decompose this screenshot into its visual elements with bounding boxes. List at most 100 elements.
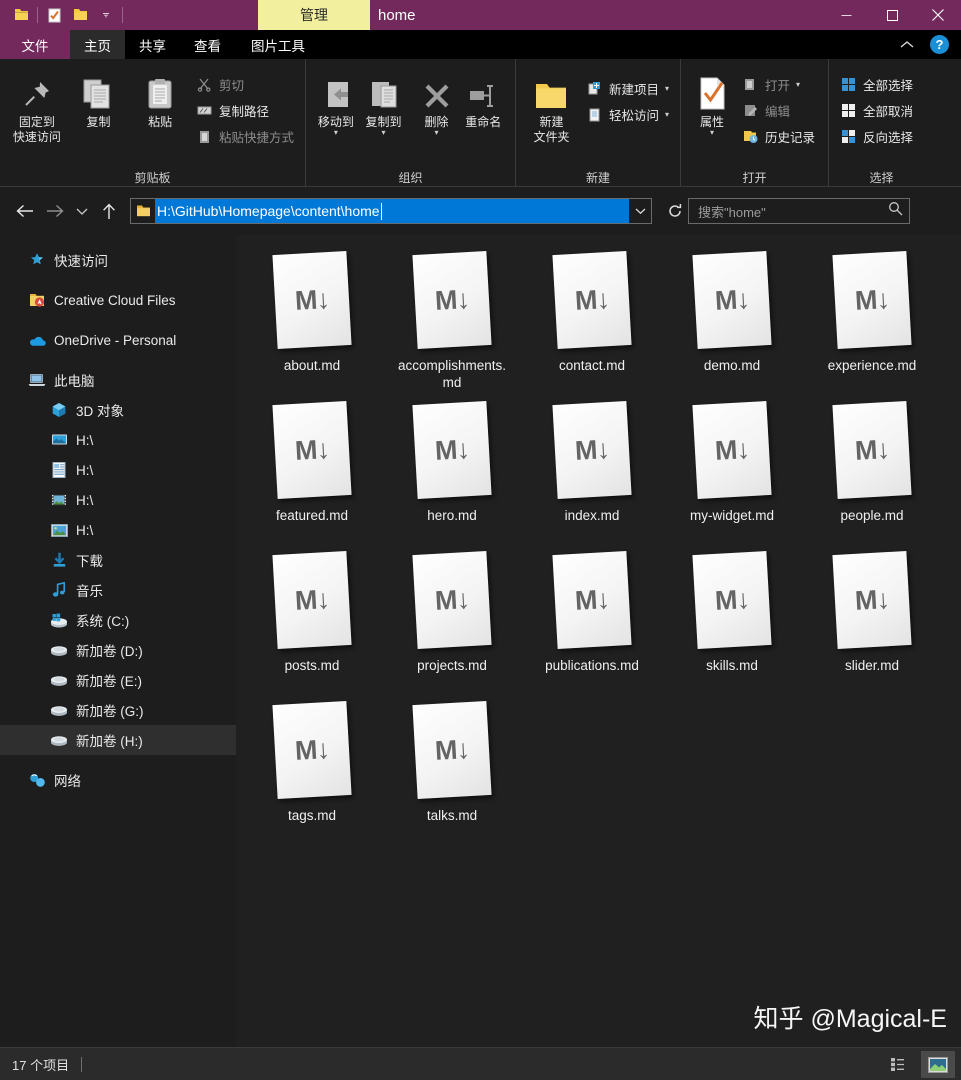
file-item[interactable]: M↓ posts.md — [242, 543, 382, 693]
sidebar-item-3[interactable]: 此电脑 — [0, 365, 236, 395]
tab-share[interactable]: 共享 — [125, 30, 180, 59]
select-none-button[interactable]: 全部取消 — [835, 98, 918, 122]
file-item[interactable]: M↓ index.md — [522, 393, 662, 543]
sidebar-item-4[interactable]: 3D 对象 — [0, 395, 236, 425]
file-item[interactable]: M↓ people.md — [802, 393, 942, 543]
file-item[interactable]: M↓ slider.md — [802, 543, 942, 693]
minimize-button[interactable] — [823, 0, 869, 30]
select-all-button[interactable]: 全部选择 — [835, 72, 918, 96]
chevron-up-icon[interactable] — [894, 37, 920, 52]
open-dropdown-icon[interactable]: ▾ — [796, 80, 800, 89]
address-folder-icon — [131, 199, 155, 223]
file-item[interactable]: M↓ talks.md — [382, 693, 522, 843]
edit-button[interactable]: 编辑 — [737, 98, 820, 122]
back-button[interactable] — [10, 196, 40, 226]
qat-folder-icon[interactable] — [8, 2, 34, 28]
history-button[interactable]: 历史记录 — [737, 124, 820, 148]
copy-button[interactable]: 复制 — [68, 67, 130, 130]
sidebar-item-9[interactable]: 下载 — [0, 545, 236, 575]
copy-path-label: 复制路径 — [218, 104, 269, 119]
sidebar-item-7[interactable]: H:\ — [0, 485, 236, 515]
sidebar-item-5[interactable]: H:\ — [0, 425, 236, 455]
copy-to-button[interactable]: 复制到 ▾ — [360, 67, 408, 137]
easy-access-button[interactable]: 轻松访问 ▾ — [581, 102, 674, 126]
tab-view[interactable]: 查看 — [180, 30, 235, 59]
tab-picture-tools[interactable]: 图片工具 — [235, 30, 321, 59]
new-item-button[interactable]: 新建项目 ▾ — [581, 76, 674, 100]
file-item[interactable]: M↓ publications.md — [522, 543, 662, 693]
sidebar-item-16[interactable]: 网络 — [0, 765, 236, 795]
move-to-dropdown-icon[interactable]: ▾ — [334, 129, 338, 137]
forward-button[interactable] — [40, 196, 70, 226]
open-button[interactable]: 打开 ▾ — [737, 72, 820, 96]
file-item[interactable]: M↓ demo.md — [662, 243, 802, 393]
file-item[interactable]: M↓ contact.md — [522, 243, 662, 393]
properties-dropdown-icon[interactable]: ▾ — [710, 129, 714, 137]
tab-file[interactable]: 文件 — [0, 30, 70, 59]
sidebar-item-8[interactable]: H:\ — [0, 515, 236, 545]
file-item[interactable]: M↓ experience.md — [802, 243, 942, 393]
sidebar-item-10[interactable]: 音乐 — [0, 575, 236, 605]
recent-locations-button[interactable] — [70, 196, 94, 226]
close-button[interactable] — [915, 0, 961, 30]
tab-home[interactable]: 主页 — [70, 30, 125, 59]
sidebar-item-2[interactable]: OneDrive - Personal — [0, 325, 236, 355]
file-item[interactable]: M↓ my-widget.md — [662, 393, 802, 543]
file-item[interactable]: M↓ tags.md — [242, 693, 382, 843]
delete-dropdown-icon[interactable]: ▾ — [435, 129, 439, 137]
delete-button[interactable]: 删除 ▾ — [415, 67, 457, 137]
sidebar-item-0[interactable]: 快速访问 — [0, 245, 236, 275]
easy-access-dropdown-icon[interactable]: ▾ — [665, 110, 669, 119]
sidebar-item-6[interactable]: H:\ — [0, 455, 236, 485]
sidebar-item-13[interactable]: 新加卷 (E:) — [0, 665, 236, 695]
clipboard-small-commands: 剪切 复制路径 粘贴快捷方式 — [191, 67, 299, 148]
search-input[interactable]: 搜索"home" — [698, 202, 888, 221]
ribbon-tab-bar: 文件 主页 共享 查看 图片工具 ? — [0, 30, 961, 59]
sidebar-item-11[interactable]: 系统 (C:) — [0, 605, 236, 635]
rename-button[interactable]: 重命名 — [458, 67, 509, 130]
cut-button[interactable]: 剪切 — [191, 72, 299, 96]
move-to-button[interactable]: 移动到 ▾ — [312, 67, 360, 137]
file-item[interactable]: M↓ skills.md — [662, 543, 802, 693]
qat-properties-icon[interactable] — [41, 2, 67, 28]
address-input-wrapper[interactable]: H:\GitHub\Homepage\content\home — [130, 198, 652, 224]
sidebar-item-label: 新加卷 (G:) — [76, 704, 144, 719]
contextual-tab-manage[interactable]: 管理 — [258, 0, 370, 30]
qat-customize-dropdown-icon[interactable] — [93, 2, 119, 28]
paste-shortcut-button[interactable]: 粘贴快捷方式 — [191, 124, 299, 148]
navigation-pane[interactable]: 快速访问 Creative Cloud Files OneDrive - Perso… — [0, 235, 236, 1047]
pin-to-quick-access-button[interactable]: 固定到 快速访问 — [6, 67, 68, 145]
copy-path-button[interactable]: 复制路径 — [191, 98, 299, 122]
file-item[interactable]: M↓ featured.md — [242, 393, 382, 543]
properties-button[interactable]: 属性 ▾ — [687, 67, 737, 137]
refresh-button[interactable] — [662, 198, 688, 224]
downloads-icon — [50, 551, 68, 569]
file-list-pane[interactable]: M↓ about.md M↓ accomplishments.md M↓ contact.… — [236, 235, 961, 1047]
new-folder-button[interactable]: 新建 文件夹 — [522, 67, 581, 145]
address-input[interactable]: H:\GitHub\Homepage\content\home — [155, 199, 629, 223]
qat-new-folder-icon[interactable] — [67, 2, 93, 28]
file-item[interactable]: M↓ accomplishments.md — [382, 243, 522, 393]
search-box[interactable]: 搜索"home" — [688, 198, 910, 224]
markdown-file-icon: M↓ — [551, 551, 633, 651]
markdown-glyph: M↓ — [714, 433, 750, 466]
copy-to-icon — [368, 73, 400, 111]
help-icon[interactable]: ? — [930, 35, 949, 54]
maximize-button[interactable] — [869, 0, 915, 30]
up-button[interactable] — [94, 196, 124, 226]
sidebar-item-14[interactable]: 新加卷 (G:) — [0, 695, 236, 725]
file-item[interactable]: M↓ about.md — [242, 243, 382, 393]
paste-button[interactable]: 粘贴 — [129, 67, 191, 130]
copy-to-dropdown-icon[interactable]: ▾ — [382, 129, 386, 137]
file-item[interactable]: M↓ projects.md — [382, 543, 522, 693]
search-icon[interactable] — [888, 201, 903, 221]
new-item-dropdown-icon[interactable]: ▾ — [665, 84, 669, 93]
file-item[interactable]: M↓ hero.md — [382, 393, 522, 543]
large-icons-view-button[interactable] — [921, 1051, 955, 1078]
address-dropdown-icon[interactable] — [629, 199, 651, 223]
details-view-button[interactable] — [883, 1051, 917, 1078]
sidebar-item-1[interactable]: Creative Cloud Files — [0, 285, 236, 315]
sidebar-item-15[interactable]: 新加卷 (H:) — [0, 725, 236, 755]
invert-selection-button[interactable]: 反向选择 — [835, 124, 918, 148]
sidebar-item-12[interactable]: 新加卷 (D:) — [0, 635, 236, 665]
